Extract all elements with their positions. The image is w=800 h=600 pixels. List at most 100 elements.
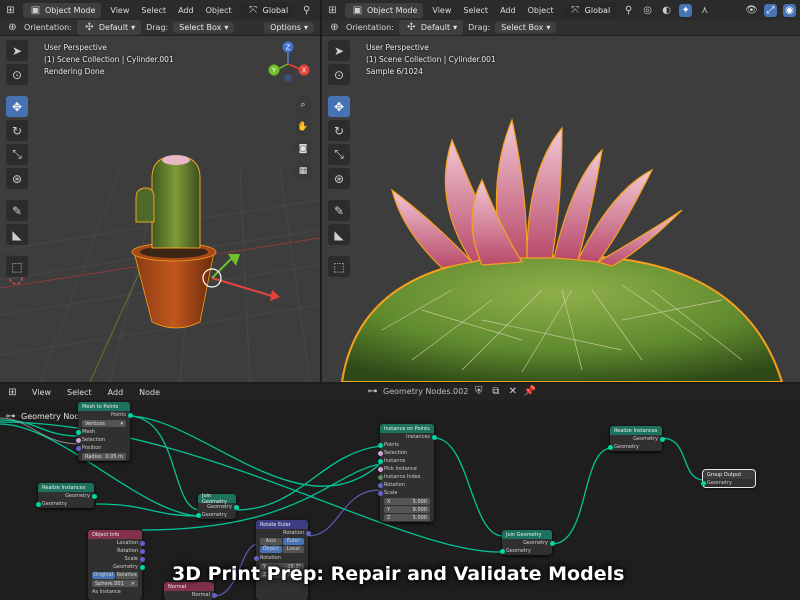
as-instance-checkbox[interactable]: As Instance	[88, 588, 142, 596]
node-join-geometry[interactable]: Join Geometry Geometry Geometry	[195, 493, 239, 519]
socket[interactable]	[377, 450, 383, 456]
node-object-info[interactable]: Object Info Location Rotation Scale Geom…	[88, 530, 145, 600]
local-space-option[interactable]: Local	[282, 546, 304, 553]
socket[interactable]	[377, 466, 383, 472]
rendered-shading-icon[interactable]: ◉	[783, 3, 796, 17]
menu-view[interactable]: View	[429, 6, 454, 15]
socket[interactable]	[377, 474, 383, 480]
annotate-tool-button[interactable]: ✎	[6, 200, 28, 221]
scale-tool-button[interactable]: ⤡	[328, 144, 350, 165]
rotation-type-toggle[interactable]: Axis AngleEuler	[260, 538, 304, 551]
socket[interactable]	[91, 493, 97, 499]
axis-angle-option[interactable]: Axis Angle	[260, 538, 282, 551]
options-dropdown[interactable]: Options ▾	[264, 22, 314, 33]
menu-view[interactable]: View	[107, 6, 132, 15]
cactus-closeup[interactable]	[340, 117, 784, 382]
socket[interactable]	[139, 556, 145, 562]
menu-object[interactable]: Object	[525, 6, 557, 15]
node-realize-instances-2[interactable]: Realize Instances Geometry Geometry	[607, 426, 665, 451]
node-mesh-to-points[interactable]: Mesh to Points Points Vertices ▾ Mesh Sel…	[75, 402, 133, 461]
object-space-option[interactable]: Object	[260, 546, 282, 553]
orientation-dropdown[interactable]: ✣ Default ▾	[398, 20, 464, 35]
socket[interactable]	[75, 437, 81, 443]
socket[interactable]	[211, 592, 217, 598]
cactus-flower[interactable]	[391, 117, 683, 269]
left-3d-viewport[interactable]: ⊞ ▣ Object Mode View Select Add Object ⤧ G…	[0, 0, 320, 382]
socket[interactable]	[139, 548, 145, 554]
node-instance-on-points[interactable]: Instance on Points Instances Points Sele…	[377, 424, 437, 522]
move-tool-button[interactable]: ✥	[328, 96, 350, 117]
editor-type-icon[interactable]: ⊞	[4, 4, 17, 17]
snap-icon[interactable]: ⚲	[300, 4, 313, 17]
add-cube-tool-button[interactable]: ⬚	[328, 256, 350, 277]
socket[interactable]	[549, 540, 555, 546]
original-option[interactable]: Original	[92, 572, 115, 579]
socket[interactable]	[431, 434, 437, 440]
mode-dropdown[interactable]: ▣ Object Mode	[345, 2, 424, 18]
relative-option[interactable]: Relative	[115, 572, 138, 579]
drag-dropdown[interactable]: Select Box ▾	[495, 22, 557, 33]
gizmo-toggle-icon[interactable]: ⋏	[698, 4, 711, 17]
transform-tool-button[interactable]: ⊛	[328, 168, 350, 189]
space-toggle[interactable]: Object Local	[260, 546, 304, 553]
socket[interactable]	[377, 482, 383, 488]
socket[interactable]	[607, 444, 613, 450]
transform-space-toggle[interactable]: Original Relative	[92, 572, 138, 579]
zoom-icon[interactable]: ⌕	[294, 96, 312, 114]
node-realize-instances[interactable]: Realize Instances Geometry Geometry	[35, 483, 97, 508]
cursor-tool-button[interactable]: ⊙	[328, 64, 350, 85]
menu-select[interactable]: Select	[460, 6, 491, 15]
measure-tool-button[interactable]: ◣	[328, 224, 350, 245]
menu-add[interactable]: Add	[497, 6, 519, 15]
socket[interactable]	[139, 564, 145, 570]
overlay-toggle-icon[interactable]: ✦	[679, 3, 693, 17]
socket[interactable]	[195, 512, 201, 518]
drag-dropdown[interactable]: Select Box ▾	[173, 22, 235, 33]
node-join-geometry-2[interactable]: Join Geometry Geometry Geometry	[499, 530, 555, 555]
cursor-tool-button[interactable]: ⊙	[6, 64, 28, 85]
socket[interactable]	[75, 429, 81, 435]
annotate-tool-button[interactable]: ✎	[328, 200, 350, 221]
rotate-tool-button[interactable]: ↻	[328, 120, 350, 141]
scale-x-field[interactable]: X 5.000	[384, 498, 430, 505]
socket[interactable]	[377, 442, 383, 448]
move-tool-button[interactable]: ✥	[6, 96, 28, 117]
measure-tool-button[interactable]: ◣	[6, 224, 28, 245]
mode-dropdown[interactable]: ▣ Object Mode	[23, 2, 102, 18]
node-group-output[interactable]: Group Output Geometry	[700, 469, 756, 488]
socket[interactable]	[377, 490, 383, 496]
perspective-grid-icon[interactable]: ▦	[294, 162, 312, 180]
menu-select[interactable]: Select	[138, 6, 169, 15]
socket[interactable]	[377, 458, 383, 464]
proportional-edit-icon[interactable]: ◎	[641, 4, 654, 17]
socket[interactable]	[700, 480, 706, 486]
select-box-tool-button[interactable]: ➤	[328, 40, 350, 61]
shading-icon[interactable]: ◐	[660, 4, 673, 17]
socket[interactable]	[233, 504, 239, 510]
scale-y-field[interactable]: Y 9.000	[384, 506, 430, 513]
transform-tool-button[interactable]: ⊛	[6, 168, 28, 189]
add-cube-tool-button[interactable]: ⬚	[6, 256, 28, 277]
scale-z-field[interactable]: Z 5.000	[384, 514, 430, 521]
pan-hand-icon[interactable]: ✋	[294, 118, 312, 136]
rotate-tool-button[interactable]: ↻	[6, 120, 28, 141]
editor-type-icon[interactable]: ⊞	[326, 4, 339, 17]
select-box-tool-button[interactable]: ➤	[6, 40, 28, 61]
socket[interactable]	[127, 412, 133, 418]
socket[interactable]	[659, 436, 665, 442]
mode-dropdown[interactable]: Vertices ▾	[82, 420, 126, 427]
object-field[interactable]: Sphere.001 ✕	[92, 580, 138, 587]
socket[interactable]	[75, 445, 81, 451]
socket[interactable]	[305, 530, 311, 536]
transform-orientation-dropdown[interactable]: ⤧ Global	[562, 2, 617, 18]
transform-orientation-dropdown[interactable]: ⤧ Global	[240, 2, 295, 18]
menu-object[interactable]: Object	[203, 6, 235, 15]
camera-icon[interactable]: ◙	[294, 140, 312, 158]
euler-option[interactable]: Euler	[282, 538, 304, 545]
input-pick-instance[interactable]: Pick Instance	[377, 465, 434, 473]
right-3d-viewport[interactable]: ⊞ ▣ Object Mode View Select Add Object ⤧ G…	[322, 0, 800, 382]
scale-tool-button[interactable]: ⤡	[6, 144, 28, 165]
visibility-icon[interactable]: 👁	[745, 4, 758, 17]
socket[interactable]	[139, 540, 145, 546]
socket[interactable]	[253, 555, 259, 561]
